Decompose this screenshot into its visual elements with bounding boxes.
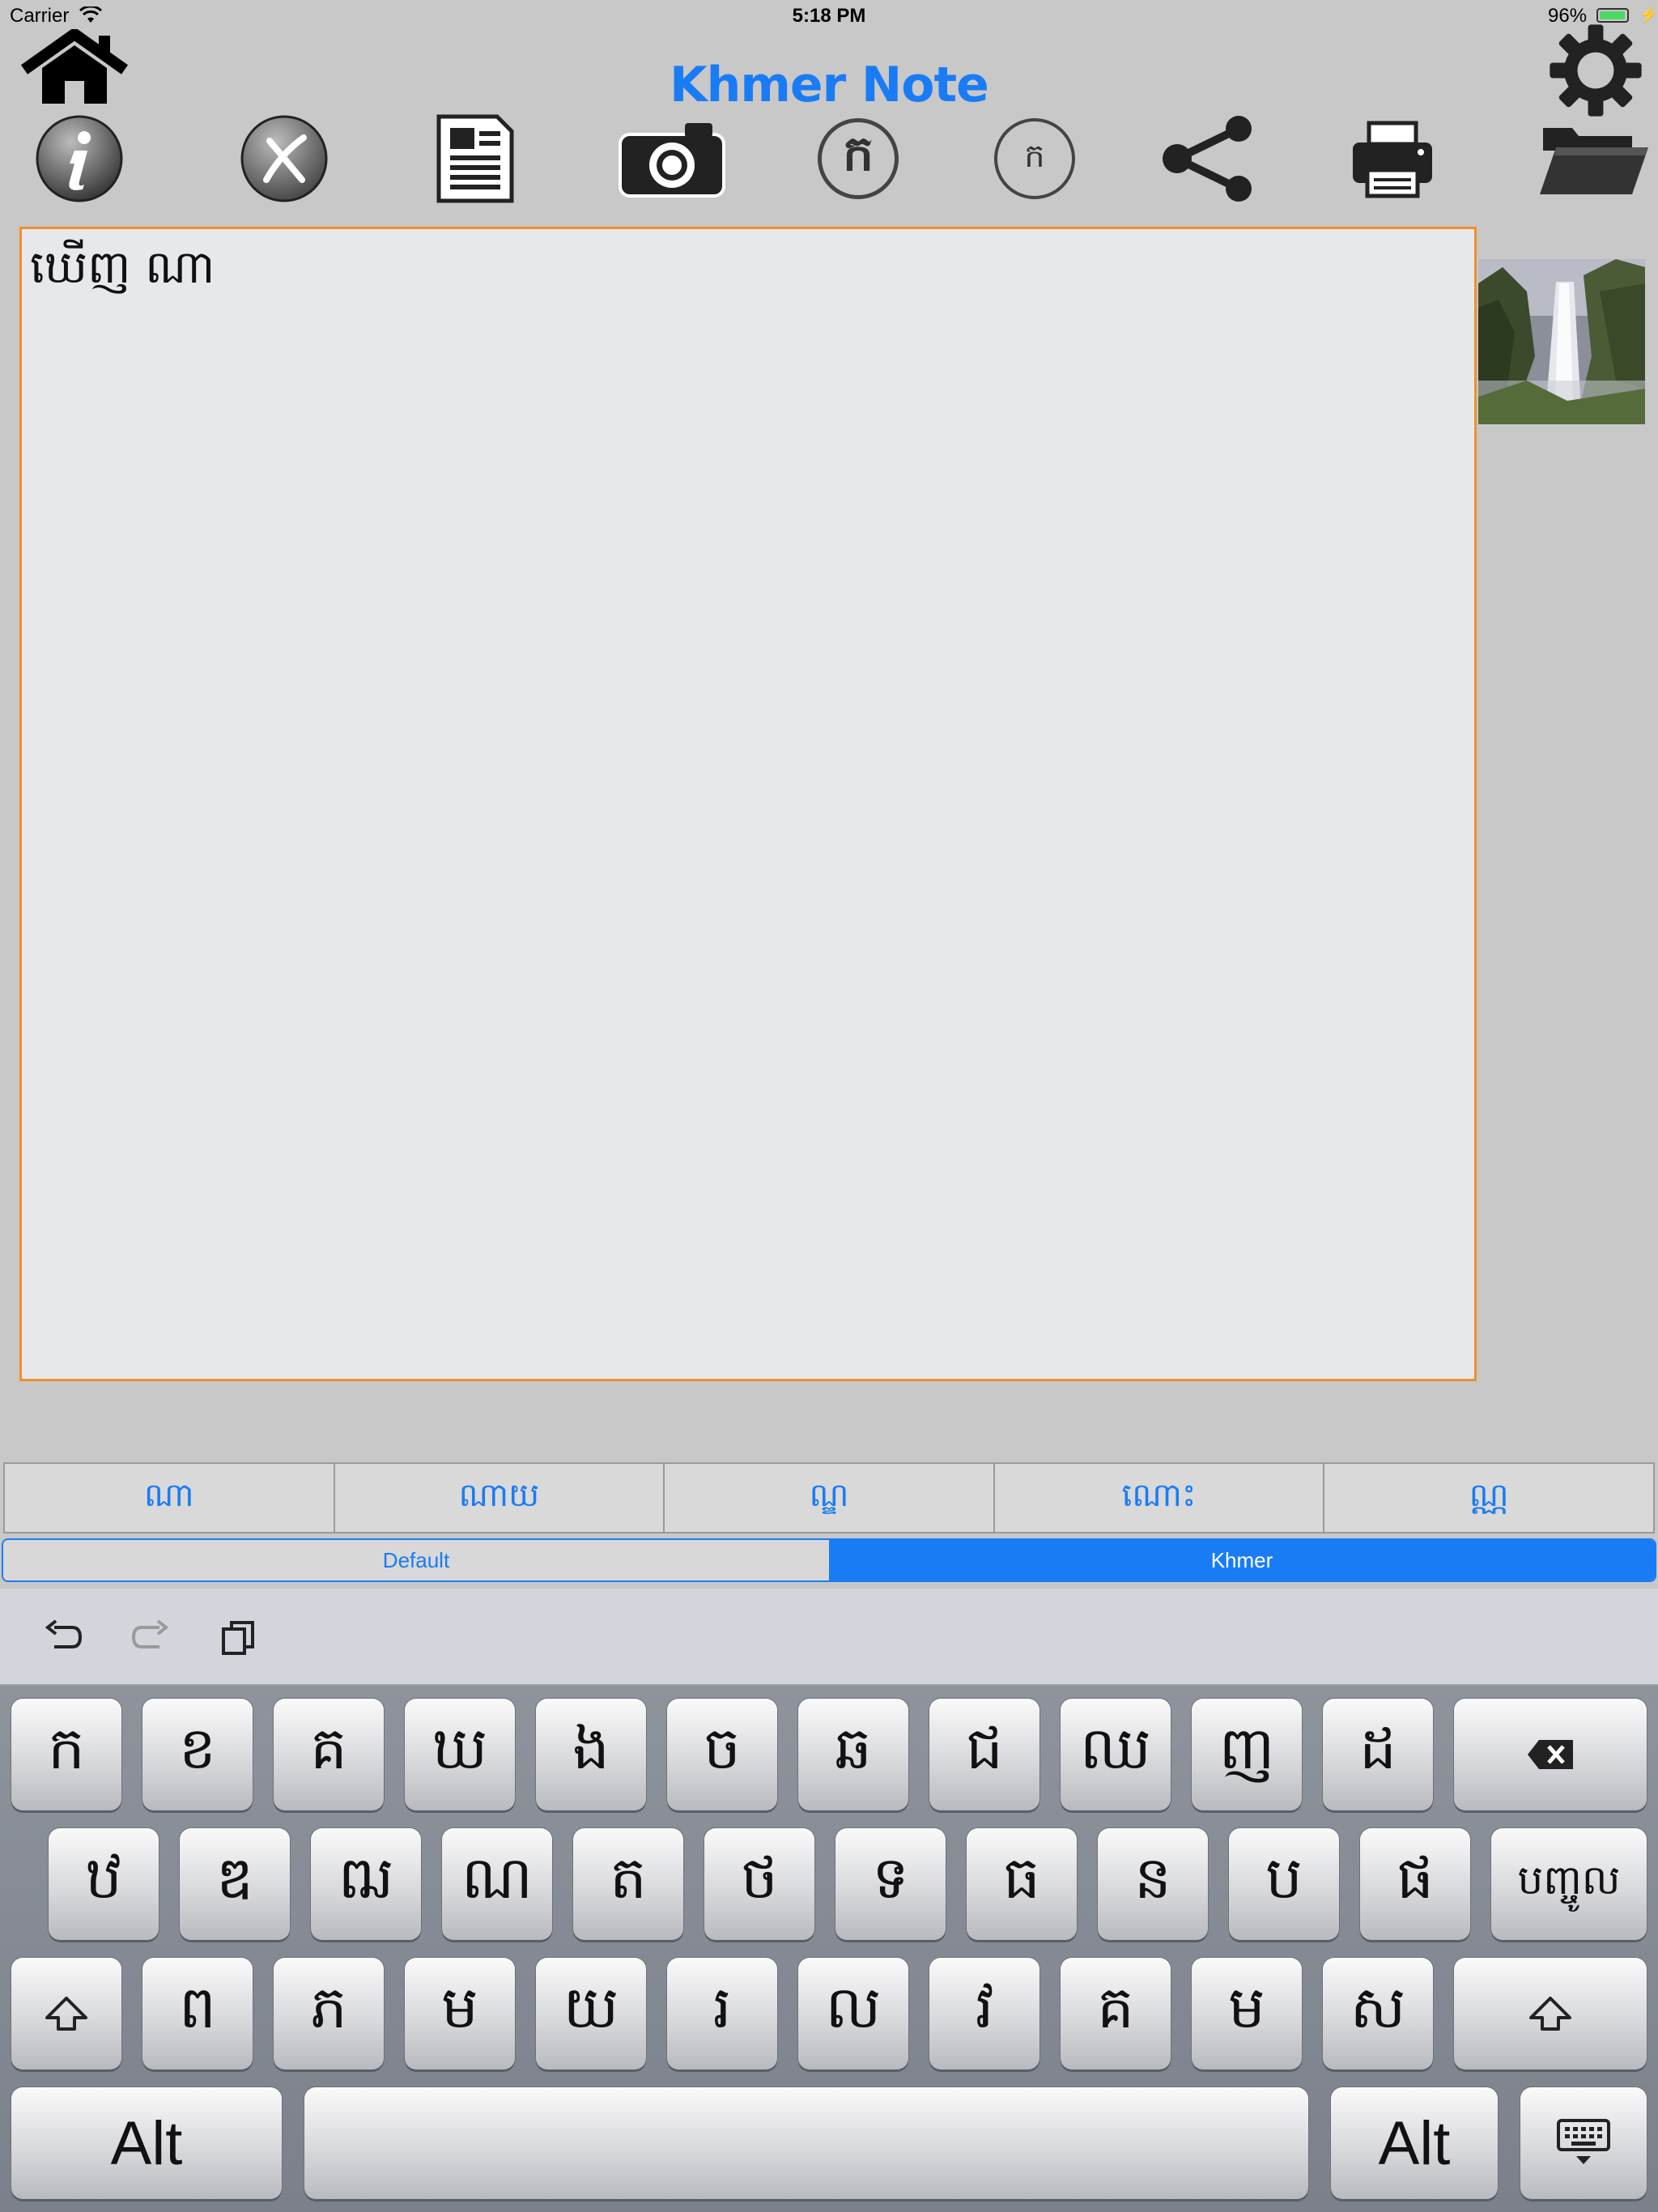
khmer-font-small-button[interactable]: ក [989, 113, 1080, 204]
info-icon [36, 115, 123, 202]
shift-icon [45, 1997, 87, 2031]
print-button[interactable] [1347, 113, 1438, 204]
key[interactable]: ណ [442, 1828, 552, 1940]
key[interactable]: ធ [967, 1828, 1077, 1940]
suggestion-1[interactable]: ណា [3, 1462, 334, 1534]
segment-khmer[interactable]: Khmer [829, 1540, 1655, 1580]
backspace-icon [1528, 1740, 1573, 1769]
suggestion-bar: ណា ណាយ ណ្ឌ ណោះ ណ្ណ [3, 1462, 1655, 1534]
camera-icon [619, 123, 725, 198]
suggestion-5[interactable]: ណ្ណ [1323, 1462, 1655, 1534]
home-icon [20, 28, 129, 104]
shift-icon [1529, 1997, 1571, 2031]
khmer-font-large-button[interactable]: ក [811, 113, 905, 204]
key[interactable]: ឆ [798, 1699, 908, 1810]
keyboard-dismiss-icon [1557, 2119, 1610, 2164]
key[interactable]: ស [1323, 1958, 1433, 2069]
key[interactable]: ន [1098, 1828, 1208, 1940]
key[interactable]: គ [274, 1699, 384, 1810]
key[interactable]: ឋ [49, 1828, 159, 1940]
shift-key-right[interactable] [1454, 1958, 1647, 2069]
backspace-key[interactable] [1454, 1699, 1647, 1810]
settings-gear-icon [1550, 24, 1642, 117]
key[interactable]: ត [573, 1828, 683, 1940]
key[interactable]: ប [1229, 1828, 1339, 1940]
folder-icon [1540, 128, 1648, 194]
key[interactable]: ង [536, 1699, 646, 1810]
alt-key-left[interactable]: Alt [11, 2087, 282, 2199]
keyboard-shortcut-bar [0, 1589, 1658, 1686]
keyboard-mode-segmented-control: Default Khmer [2, 1538, 1656, 1582]
redo-icon [131, 1619, 169, 1648]
home-button[interactable] [16, 28, 133, 107]
key[interactable]: ទ [835, 1828, 946, 1940]
share-button[interactable] [1159, 113, 1261, 204]
suggestion-3[interactable]: ណ្ឌ [663, 1462, 993, 1534]
share-icon [1163, 116, 1252, 202]
khmer-font-large-icon: ក [818, 118, 899, 199]
suggestion-2[interactable]: ណាយ [333, 1462, 664, 1534]
key[interactable]: ផ [1360, 1828, 1470, 1940]
status-bar: Carrier 5:18 PM 96% ⚡ [0, 0, 1658, 32]
key[interactable]: ភ [274, 1958, 384, 2069]
battery-fill [1600, 11, 1625, 19]
key[interactable]: ឈ [1061, 1699, 1171, 1810]
info-button[interactable] [34, 113, 125, 204]
key[interactable]: គ [1061, 1958, 1171, 2069]
camera-button[interactable] [617, 113, 727, 204]
key[interactable]: ឍ [311, 1828, 421, 1940]
khmer-font-small-icon: ក [994, 118, 1075, 199]
key[interactable]: វ [929, 1958, 1039, 2069]
undo-icon [45, 1619, 83, 1648]
note-text: ឃើញ ណា [30, 241, 215, 294]
khmer-small-glyph: ក [1024, 137, 1045, 175]
key[interactable]: ជ [929, 1699, 1039, 1810]
key[interactable]: ម [1192, 1958, 1302, 2069]
key[interactable]: ក [11, 1699, 121, 1810]
key[interactable]: ថ [704, 1828, 814, 1940]
waterfall-photo [1478, 259, 1645, 424]
app-title: Khmer Note [670, 57, 989, 113]
settings-button[interactable] [1548, 23, 1643, 118]
paste-icon [222, 1621, 254, 1655]
segment-default[interactable]: Default [3, 1540, 829, 1580]
key[interactable]: ល [798, 1958, 908, 2069]
printer-icon [1353, 121, 1432, 198]
key[interactable]: ព [142, 1958, 253, 2069]
undo-button[interactable] [39, 1614, 87, 1660]
new-document-button[interactable] [429, 113, 520, 204]
dismiss-keyboard-key[interactable] [1520, 2087, 1647, 2199]
clock: 5:18 PM [792, 5, 866, 27]
alt-key-right[interactable]: Alt [1331, 2087, 1498, 2199]
key[interactable]: រ [667, 1958, 777, 2069]
clear-x-icon [240, 115, 328, 202]
note-text-area[interactable]: ឃើញ ណា [19, 227, 1477, 1381]
space-key[interactable] [304, 2087, 1308, 2199]
key[interactable]: ខ [142, 1699, 253, 1810]
clear-button[interactable] [239, 113, 329, 204]
key[interactable]: ម [405, 1958, 515, 2069]
shift-key-left[interactable] [11, 1958, 121, 2069]
key[interactable]: ញ [1192, 1699, 1302, 1810]
suggestion-4[interactable]: ណោះ [993, 1462, 1324, 1534]
key[interactable]: ឌ [180, 1828, 290, 1940]
battery-icon [1596, 8, 1629, 23]
redo-button[interactable] [126, 1614, 175, 1660]
khmer-large-glyph: ក [842, 125, 874, 182]
key[interactable]: ច [667, 1699, 777, 1810]
key[interactable]: យ [536, 1958, 646, 2069]
keyboard: ក ខ គ ឃ ង ច ឆ ជ ឈ ញ ដ ឋ ឌ ឍ ណ ត ថ ទ ធ ន … [0, 1589, 1658, 2212]
key[interactable]: ដ [1323, 1699, 1433, 1810]
new-document-icon [436, 114, 514, 203]
enter-key[interactable]: បញ្ចូល [1491, 1828, 1647, 1940]
key[interactable]: ឃ [405, 1699, 515, 1810]
paste-button[interactable] [214, 1614, 262, 1660]
attached-photo-thumbnail[interactable] [1478, 259, 1645, 424]
open-folder-button[interactable] [1537, 113, 1652, 204]
